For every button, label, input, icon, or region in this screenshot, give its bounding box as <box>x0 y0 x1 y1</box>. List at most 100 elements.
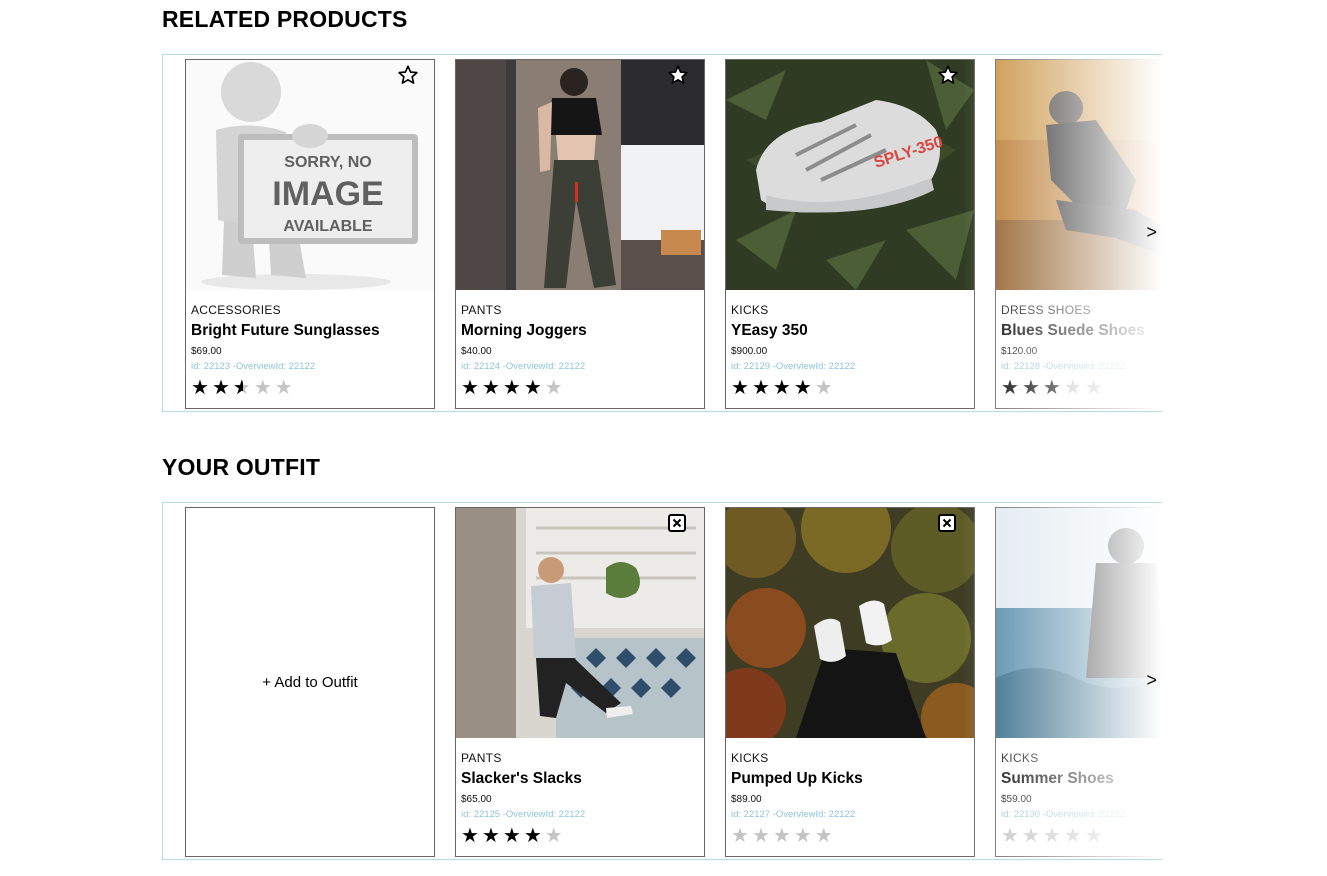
star-outline-icon[interactable] <box>667 64 689 91</box>
outfit-card[interactable]: PANTS Slacker's Slacks $65.00 id: 22125 … <box>455 507 705 857</box>
chevron-right-icon[interactable]: > <box>1146 222 1157 243</box>
star-icon: ★ <box>481 377 503 399</box>
star-icon: ★ <box>1042 377 1064 399</box>
product-name: YEasy 350 <box>731 322 808 339</box>
product-name: Bright Future Sunglasses <box>191 322 380 339</box>
star-outline-icon[interactable] <box>397 64 419 91</box>
star-icon: ★ <box>461 825 482 847</box>
rating-stars: ★★★★★ <box>191 378 429 398</box>
star-icon: ★ <box>814 377 836 399</box>
star-icon: ★ <box>793 825 815 847</box>
product-name: Blues Suede Shoes <box>1001 322 1145 339</box>
related-products-title: RELATED PRODUCTS <box>162 6 408 32</box>
product-price: $900.00 <box>731 346 768 357</box>
add-to-outfit-label: + Add to Outfit <box>262 673 358 691</box>
star-icon: ★ <box>1042 825 1064 847</box>
star-icon: ★ <box>772 377 794 399</box>
rating-stars: ★★★★★ <box>1001 826 1162 846</box>
product-price: $89.00 <box>731 794 762 805</box>
product-category: DRESS SHOES <box>1001 303 1091 317</box>
star-icon: ★ <box>544 825 566 847</box>
your-outfit-title: YOUR OUTFIT <box>162 454 321 480</box>
product-ids: id: 22128 -OverviewId: 22122 <box>1001 361 1126 372</box>
product-image <box>996 60 1162 290</box>
star-icon: ★ <box>1084 377 1106 399</box>
star-icon: ★ <box>814 825 836 847</box>
product-price: $65.00 <box>461 794 492 805</box>
star-icon: ★ <box>523 825 545 847</box>
rating-stars: ★★★★★ <box>461 826 699 846</box>
star-icon: ★ <box>1001 377 1022 399</box>
product-price: $69.00 <box>191 346 222 357</box>
add-to-outfit-button[interactable]: + Add to Outfit <box>185 507 435 857</box>
product-card[interactable]: PANTS Morning Joggers $40.00 id: 22124 -… <box>455 59 705 409</box>
star-icon: ★ <box>523 377 545 399</box>
product-price: $59.00 <box>1001 794 1032 805</box>
star-icon: ★ <box>751 825 773 847</box>
star-icon: ★ <box>191 377 212 399</box>
product-image <box>456 508 704 738</box>
rating-stars: ★★★★★ <box>1001 378 1162 398</box>
product-price: $120.00 <box>1001 346 1038 357</box>
svg-text:IMAGE: IMAGE <box>272 175 383 213</box>
related-products-carousel: SORRY, NO IMAGE AVAILABLE ACCESSORIES Br… <box>162 54 1162 412</box>
product-image: SPLY-350 <box>726 60 974 290</box>
outfit-card[interactable]: KICKS Pumped Up Kicks $89.00 id: 22127 -… <box>725 507 975 857</box>
star-icon: ★ <box>274 377 296 399</box>
star-icon: ★ <box>1021 825 1043 847</box>
chevron-right-icon[interactable]: > <box>1146 670 1157 691</box>
svg-text:SORRY, NO: SORRY, NO <box>284 154 371 171</box>
product-category: KICKS <box>731 303 769 317</box>
product-card[interactable]: DRESS SHOES Blues Suede Shoes $120.00 id… <box>995 59 1162 409</box>
product-ids: id: 22125 -OverviewId: 22122 <box>461 809 586 820</box>
product-category: PANTS <box>461 303 502 317</box>
close-box-icon[interactable] <box>668 514 686 537</box>
product-image <box>996 508 1162 738</box>
rating-stars: ★★★★★ <box>731 826 969 846</box>
product-name: Morning Joggers <box>461 322 587 339</box>
product-ids: id: 22123 -OverviewId: 22122 <box>191 361 316 372</box>
star-icon: ★ <box>751 377 773 399</box>
product-name: Pumped Up Kicks <box>731 770 863 787</box>
product-category: KICKS <box>1001 751 1039 765</box>
star-outline-icon[interactable] <box>937 64 959 91</box>
star-icon: ★ <box>1084 825 1106 847</box>
star-icon: ★ <box>1001 825 1022 847</box>
star-icon: ★ <box>772 825 794 847</box>
star-icon: ★ <box>502 377 524 399</box>
star-icon: ★ <box>731 377 752 399</box>
svg-text:AVAILABLE: AVAILABLE <box>283 218 373 235</box>
rating-stars: ★★★★★ <box>731 378 969 398</box>
product-image: SORRY, NO IMAGE AVAILABLE <box>186 60 434 290</box>
star-icon: ★ <box>731 825 752 847</box>
product-category: KICKS <box>731 751 769 765</box>
product-name: Slacker's Slacks <box>461 770 582 787</box>
product-image <box>726 508 974 738</box>
star-icon: ★ <box>461 377 482 399</box>
product-category: PANTS <box>461 751 502 765</box>
your-outfit-carousel: + Add to Outfit PANTS Slacker's Slacks $… <box>162 502 1162 860</box>
star-icon: ★ <box>233 378 254 398</box>
product-ids: id: 22129 -OverviewId: 22122 <box>731 361 856 372</box>
star-icon: ★ <box>793 377 815 399</box>
product-ids: id: 22130 -OverviewId: 22122 <box>1001 809 1126 820</box>
close-box-icon[interactable] <box>938 514 956 537</box>
product-price: $40.00 <box>461 346 492 357</box>
star-icon: ★ <box>544 377 566 399</box>
product-card[interactable]: SORRY, NO IMAGE AVAILABLE ACCESSORIES Br… <box>185 59 435 409</box>
product-ids: id: 22127 -OverviewId: 22122 <box>731 809 856 820</box>
star-icon: ★ <box>481 825 503 847</box>
star-icon: ★ <box>1063 377 1085 399</box>
product-card[interactable]: SPLY-350 KICKS YEasy 350 $900.00 id: 221… <box>725 59 975 409</box>
star-icon: ★ <box>211 377 233 399</box>
outfit-card[interactable]: KICKS Summer Shoes $59.00 id: 22130 -Ove… <box>995 507 1162 857</box>
product-image <box>456 60 704 290</box>
rating-stars: ★★★★★ <box>461 378 699 398</box>
product-category: ACCESSORIES <box>191 303 281 317</box>
star-icon: ★ <box>1021 377 1043 399</box>
star-icon: ★ <box>1063 825 1085 847</box>
star-icon: ★ <box>502 825 524 847</box>
product-ids: id: 22124 -OverviewId: 22122 <box>461 361 586 372</box>
star-icon: ★ <box>253 377 275 399</box>
product-name: Summer Shoes <box>1001 770 1114 787</box>
